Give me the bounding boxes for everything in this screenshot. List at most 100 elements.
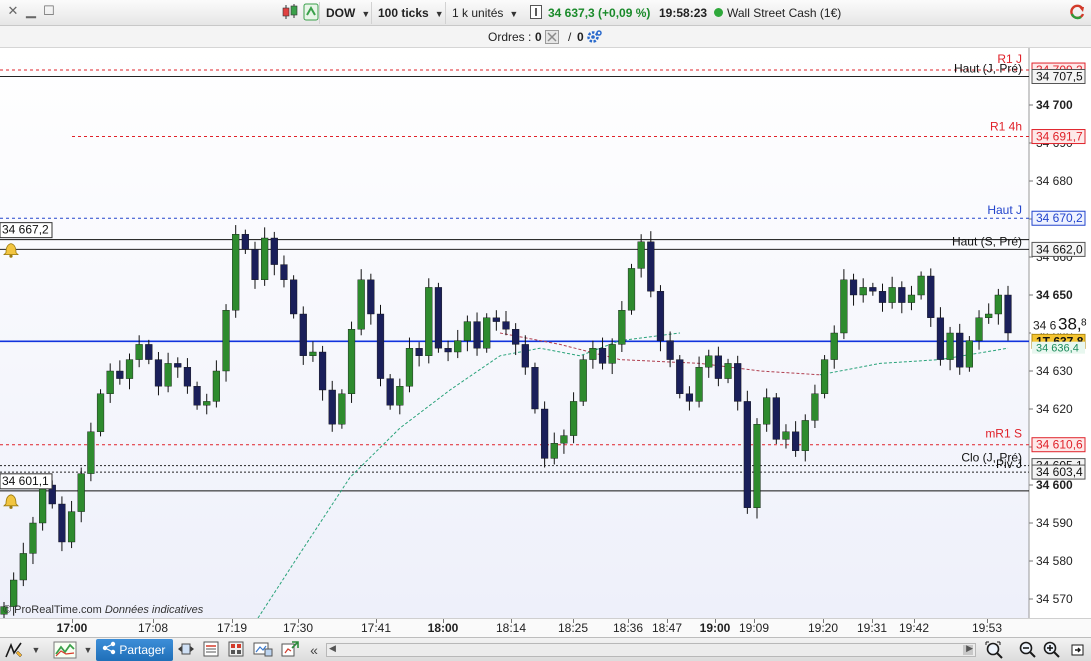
candle-body — [569, 401, 578, 436]
chart-canvas[interactable]: 34 57034 58034 59034 60034 61034 62034 6… — [0, 48, 1091, 618]
candle-body — [946, 332, 954, 360]
big-price-partial: 34 6 — [1033, 318, 1057, 332]
candle-body — [705, 355, 713, 368]
candle-body — [521, 344, 529, 368]
level-name: Piv J — [996, 457, 1022, 471]
trading-chart-window: ✕ ▁ ☐ DOW ▼ 100 ticks ▼ 1 k unités ▼ 34 … — [0, 0, 1091, 661]
candle-body — [415, 348, 423, 357]
candle-body — [125, 359, 134, 379]
move-icon[interactable] — [176, 641, 196, 659]
candle-body — [598, 348, 607, 364]
gear-icon[interactable] — [586, 29, 602, 48]
big-price-sub: 8 — [1081, 317, 1087, 328]
candle-body — [116, 370, 124, 379]
candle-body — [492, 317, 500, 322]
candle-body — [975, 317, 983, 341]
instrument-name: Wall Street Cash (1€) — [727, 6, 842, 20]
orders-count-executed: 0 — [577, 30, 584, 44]
candle-body — [608, 344, 616, 364]
export-icon[interactable] — [280, 641, 300, 659]
candlestick-chart-icon[interactable] — [281, 3, 299, 21]
candle-body — [888, 287, 896, 303]
candle-body — [347, 329, 356, 395]
y-tick-label: 34 650 — [1036, 288, 1073, 302]
orders-label: Ordres : — [488, 30, 532, 44]
scroll-left-double-icon[interactable]: « — [304, 641, 324, 659]
price-change: 34 637,3 (+0,09 %) — [548, 6, 651, 20]
indicator-icon[interactable] — [303, 3, 319, 21]
level-name: Haut J — [987, 203, 1022, 217]
candle-body — [164, 363, 172, 387]
calculator-icon[interactable] — [226, 641, 246, 659]
zoom-out-icon[interactable] — [1018, 641, 1038, 659]
candle-body — [695, 367, 703, 402]
candle-body — [550, 443, 558, 459]
candle-body — [145, 344, 153, 360]
chart-type-icon[interactable] — [52, 641, 78, 659]
candle-body — [338, 393, 346, 425]
candle-body — [280, 264, 288, 281]
x-tick-label: 18:25 — [557, 621, 589, 635]
candle-body — [39, 484, 47, 524]
candle-body — [541, 408, 549, 459]
candle-body — [396, 386, 404, 406]
candle-body — [58, 503, 66, 543]
drawing-tools-icon[interactable] — [4, 641, 24, 659]
alert-price-label: 34 601,1 — [2, 474, 49, 488]
candle-body — [203, 401, 211, 406]
close-icon[interactable]: ✕ — [6, 3, 20, 19]
orders-separator: / — [568, 30, 572, 44]
share-button[interactable]: Partager — [96, 639, 174, 661]
candle-body — [772, 397, 780, 440]
chevron-down-icon[interactable]: ▼ — [82, 641, 94, 659]
candle-body — [801, 420, 809, 451]
candle-body — [956, 332, 964, 368]
candle-body — [425, 287, 433, 356]
bell-icon-clapper — [9, 505, 13, 509]
candle-body — [261, 237, 269, 280]
scroll-right-icon[interactable]: ▶ — [966, 643, 973, 654]
maximize-icon[interactable]: ☐ — [42, 3, 56, 19]
list-icon[interactable] — [201, 641, 221, 659]
candle-body — [463, 321, 471, 341]
info-icon[interactable] — [530, 5, 542, 23]
candle-body — [743, 401, 751, 508]
candle-body — [849, 279, 858, 296]
candle-body — [531, 367, 539, 410]
candle-body — [376, 313, 385, 379]
refresh-icon[interactable] — [1068, 3, 1086, 21]
x-tick-label: 18:00 — [427, 621, 459, 635]
ma-price-label: 34 636,4 — [1036, 343, 1079, 355]
time-scrollbar[interactable]: ◀ ▶ — [326, 643, 976, 657]
candle-body — [898, 287, 906, 303]
price-chart[interactable]: 34 57034 58034 59034 60034 61034 62034 6… — [0, 48, 1091, 618]
scroll-left-icon[interactable]: ◀ — [329, 643, 336, 654]
candle-body — [309, 351, 317, 356]
orders-cancel-icon[interactable] — [545, 30, 559, 47]
y-tick-label: 34 580 — [1036, 554, 1073, 568]
share-label: Partager — [119, 643, 166, 657]
symbol-dropdown[interactable]: DOW ▼ — [319, 2, 371, 24]
candle-body — [927, 275, 935, 318]
level-name: mR1 S — [985, 427, 1022, 441]
ticks-dropdown[interactable]: 100 ticks ▼ — [371, 2, 444, 24]
ticks-label: 100 ticks — [378, 6, 429, 20]
candle-body — [618, 310, 626, 345]
zoom-fit-icon[interactable] — [985, 641, 1005, 659]
minimize-icon[interactable]: ▁ — [24, 3, 38, 19]
units-dropdown[interactable]: 1 k unités ▼ — [445, 2, 522, 24]
candle-body — [936, 317, 945, 360]
candle-body — [1004, 294, 1012, 334]
settings-arrow-icon[interactable] — [1068, 641, 1088, 659]
chevron-down-icon: ▼ — [434, 9, 444, 19]
candle-body — [859, 287, 867, 296]
candle-body — [10, 579, 18, 607]
chevron-down-icon[interactable]: ▼ — [30, 641, 42, 659]
candle-body — [627, 268, 636, 311]
candle-body — [405, 348, 414, 387]
screenshot-icon[interactable] — [253, 641, 273, 659]
x-tick-label: 17:00 — [56, 621, 88, 635]
zoom-in-icon[interactable] — [1042, 641, 1062, 659]
candle-body — [106, 370, 114, 394]
candle-body — [318, 351, 327, 391]
